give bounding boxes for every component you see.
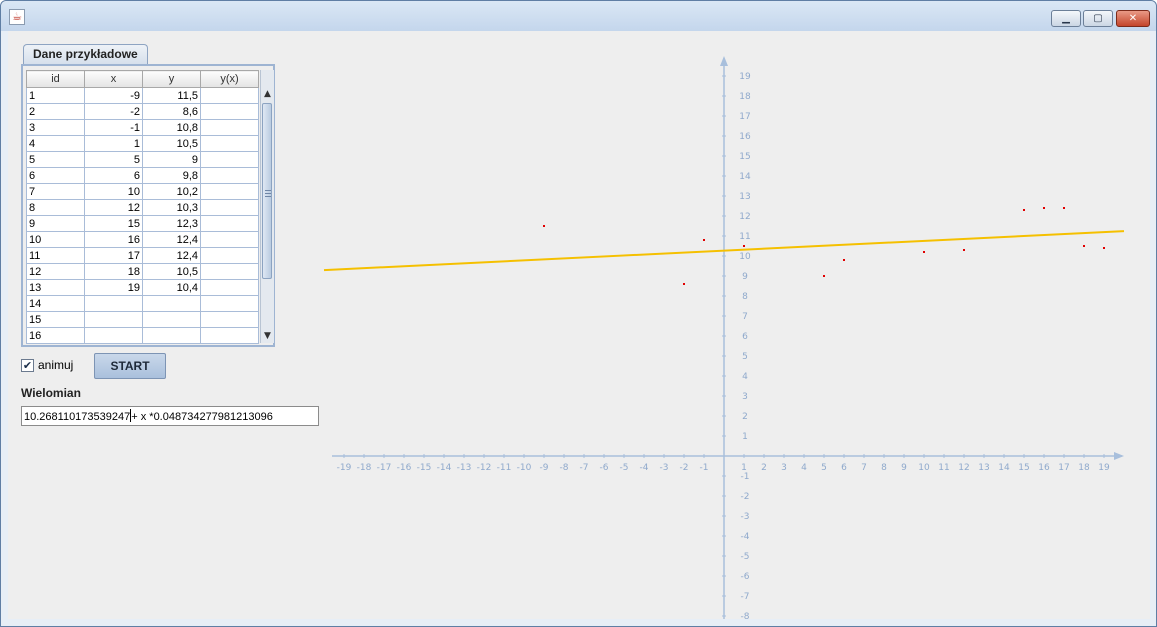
- x-tick-label: 14: [998, 463, 1010, 473]
- y-tick-label: 15: [739, 152, 750, 162]
- data-point: [743, 245, 745, 247]
- x-tick-label: 3: [781, 463, 787, 473]
- x-tick-label: 18: [1078, 463, 1090, 473]
- x-tick-label: -10: [517, 463, 532, 473]
- y-tick-label: 16: [739, 132, 751, 142]
- app-window: ☕ ▁ ▢ ✕ Dane przykładowe id x y y(x) 1 -9…: [0, 0, 1157, 627]
- y-tick-label: 7: [742, 312, 748, 322]
- y-tick-label: 9: [742, 272, 748, 282]
- data-point: [1063, 207, 1065, 209]
- y-tick-label: 18: [739, 92, 751, 102]
- y-tick-label: 17: [739, 112, 750, 122]
- x-tick-label: -8: [560, 463, 569, 473]
- x-tick-label: 7: [861, 463, 867, 473]
- x-tick-label: -13: [457, 463, 472, 473]
- x-tick-label: 12: [958, 463, 969, 473]
- x-tick-label: 15: [1018, 463, 1029, 473]
- maximize-button[interactable]: ▢: [1083, 10, 1113, 27]
- y-tick-label: 11: [739, 232, 750, 242]
- y-tick-label: -7: [741, 592, 750, 602]
- y-tick-label: -5: [741, 552, 750, 562]
- x-tick-label: 6: [841, 463, 847, 473]
- data-point: [963, 249, 965, 251]
- y-tick-label: 10: [739, 252, 751, 262]
- y-tick-label: 5: [742, 352, 748, 362]
- data-point: [823, 275, 825, 277]
- x-tick-label: -2: [680, 463, 689, 473]
- y-tick-label: 2: [742, 412, 748, 422]
- y-tick-label: -6: [741, 572, 750, 582]
- x-tick-label: -4: [640, 463, 649, 473]
- x-tick-label: -1: [700, 463, 709, 473]
- x-tick-label: 19: [1098, 463, 1110, 473]
- x-tick-label: -16: [397, 463, 412, 473]
- y-tick-label: 19: [739, 72, 751, 82]
- x-tick-label: 13: [978, 463, 989, 473]
- x-tick-label: 10: [918, 463, 930, 473]
- x-tick-label: -6: [600, 463, 609, 473]
- x-tick-label: -7: [580, 463, 589, 473]
- minimize-button[interactable]: ▁: [1051, 10, 1081, 27]
- y-tick-label: 12: [739, 212, 750, 222]
- y-tick-label: 1: [742, 432, 748, 442]
- x-tick-label: -17: [377, 463, 392, 473]
- title-bar[interactable]: ☕ ▁ ▢ ✕: [1, 1, 1156, 31]
- x-tick-label: 8: [881, 463, 887, 473]
- y-tick-label: 13: [739, 192, 750, 202]
- y-tick-label: 3: [742, 392, 748, 402]
- x-tick-label: -3: [660, 463, 669, 473]
- data-point: [1083, 245, 1085, 247]
- data-point: [923, 251, 925, 253]
- data-point: [1103, 247, 1105, 249]
- minimize-icon: ▁: [1062, 13, 1070, 24]
- data-point: [1043, 207, 1045, 209]
- java-app-icon[interactable]: ☕: [9, 9, 25, 25]
- x-tick-label: -12: [477, 463, 492, 473]
- y-tick-label: -3: [741, 512, 750, 522]
- close-icon: ✕: [1128, 13, 1138, 24]
- y-tick-label: 14: [739, 172, 751, 182]
- x-tick-label: 2: [761, 463, 767, 473]
- y-tick-label: 6: [742, 332, 748, 342]
- x-tick-label: -9: [540, 463, 549, 473]
- y-tick-label: -2: [741, 492, 750, 502]
- x-tick-label: 11: [938, 463, 949, 473]
- x-tick-label: -5: [620, 463, 629, 473]
- x-tick-label: -14: [437, 463, 452, 473]
- y-tick-label: 8: [742, 292, 748, 302]
- x-axis-arrow-icon: [1114, 452, 1124, 460]
- x-tick-label: -19: [337, 463, 352, 473]
- y-tick-label: 4: [742, 372, 748, 382]
- x-tick-label: 5: [821, 463, 827, 473]
- x-tick-label: 17: [1058, 463, 1069, 473]
- data-point: [683, 283, 685, 285]
- x-tick-label: -11: [497, 463, 512, 473]
- data-point: [703, 239, 705, 241]
- data-point: [1023, 209, 1025, 211]
- content-pane: Dane przykładowe id x y y(x) 1 -9 11,5 2 -2 8…: [8, 31, 1150, 619]
- close-button[interactable]: ✕: [1116, 10, 1150, 27]
- y-tick-label: -8: [741, 612, 750, 619]
- x-tick-label: 9: [901, 463, 907, 473]
- x-tick-label: 4: [801, 463, 807, 473]
- y-tick-label: -4: [741, 532, 750, 542]
- data-point: [843, 259, 845, 261]
- x-tick-label: -18: [357, 463, 372, 473]
- x-tick-label: -15: [417, 463, 432, 473]
- y-tick-label: -1: [741, 472, 750, 482]
- x-tick-label: 16: [1038, 463, 1050, 473]
- y-axis-arrow-icon: [720, 56, 728, 66]
- maximize-icon: ▢: [1093, 13, 1103, 24]
- data-point: [543, 225, 545, 227]
- regression-plot[interactable]: -19 -18 -17 -16 -15 -14 -13 -12 -11 -10 -9 -8 -7 -6 -5…: [8, 31, 1150, 619]
